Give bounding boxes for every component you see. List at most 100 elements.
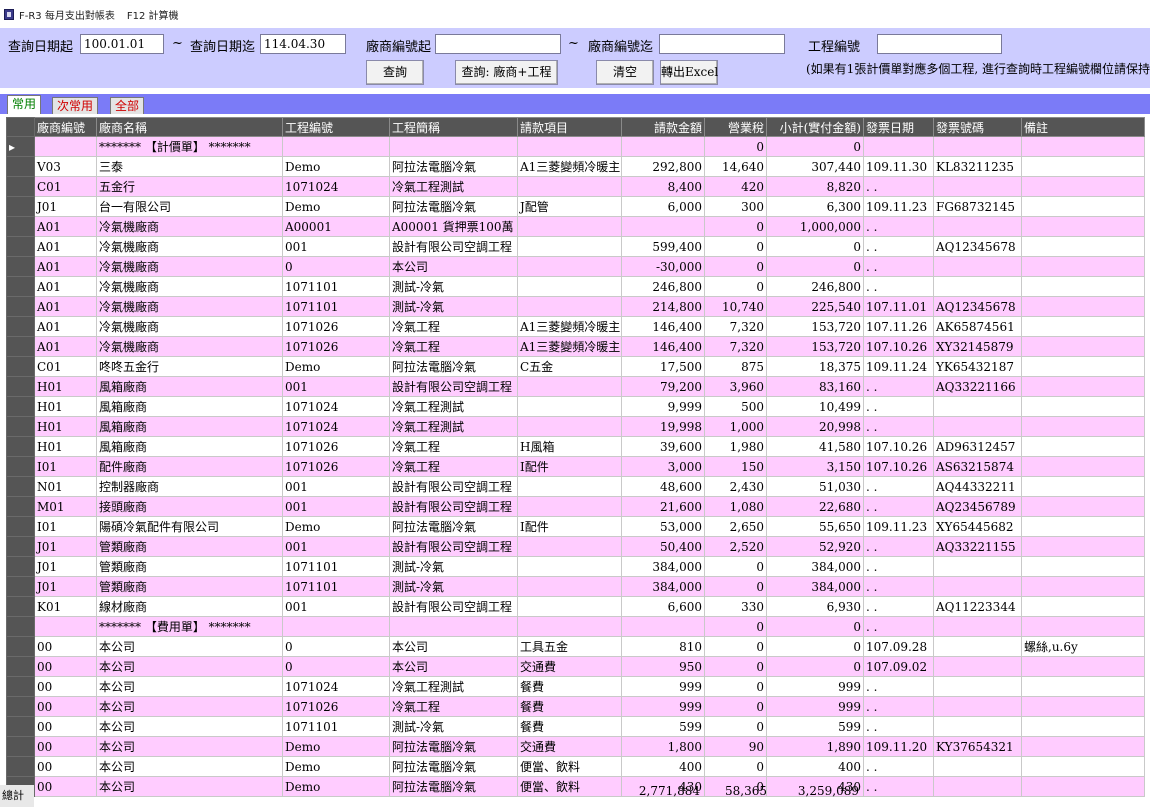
table-cell[interactable] (282, 136, 390, 157)
table-cell[interactable]: 52,920 (766, 536, 864, 557)
row-selector[interactable] (6, 196, 35, 217)
table-cell[interactable]: K01 (34, 596, 97, 617)
table-cell[interactable]: 0 (282, 636, 390, 657)
table-cell[interactable]: . . (863, 556, 934, 577)
table-cell[interactable] (1021, 356, 1145, 377)
table-cell[interactable]: 0 (704, 756, 767, 777)
table-cell[interactable]: J01 (34, 196, 97, 217)
table-cell[interactable] (517, 616, 622, 637)
table-cell[interactable] (933, 136, 1022, 157)
table-row[interactable]: 00 本公司 1071024 冷氣工程測試 餐費 999 0 999. . (6, 676, 1145, 697)
table-cell[interactable]: 384,000 (621, 556, 705, 577)
table-cell[interactable] (1021, 676, 1145, 697)
table-cell[interactable]: 6,300 (766, 196, 864, 217)
table-cell[interactable]: 冷氣機廠商 (96, 316, 283, 337)
table-cell[interactable]: AQ11223344 (933, 596, 1022, 617)
date-to-input[interactable]: 114.04.30 (260, 34, 346, 54)
row-selector[interactable] (6, 436, 35, 457)
table-row[interactable]: A01 冷氣機廠商 0 本公司 -30,000 0 0. . (6, 256, 1145, 277)
table-cell[interactable]: Demo (282, 356, 390, 377)
table-cell[interactable]: 1071024 (282, 396, 390, 417)
table-cell[interactable] (517, 396, 622, 417)
table-row[interactable]: 00 本公司 Demo 阿拉法電腦冷氣 交通費 1,800 90 1,890 109.11.20… (6, 736, 1145, 757)
table-cell[interactable] (34, 136, 97, 157)
vendor-to-input[interactable] (659, 34, 785, 54)
table-cell[interactable]: 8,400 (621, 176, 705, 197)
row-selector[interactable] (6, 636, 35, 657)
table-cell[interactable] (933, 716, 1022, 737)
tab-all[interactable]: 全部 (110, 97, 145, 114)
table-cell[interactable]: 0 (704, 716, 767, 737)
table-cell[interactable]: 214,800 (621, 296, 705, 317)
table-cell[interactable]: 1,000 (704, 416, 767, 437)
table-cell[interactable] (1021, 176, 1145, 197)
table-cell[interactable]: . . (863, 496, 934, 517)
table-cell[interactable]: . . (863, 536, 934, 557)
table-cell[interactable] (1021, 416, 1145, 437)
column-header[interactable]: 請款金額 (621, 117, 705, 137)
table-cell[interactable]: . . (863, 416, 934, 437)
table-row[interactable]: C01 五金行 1071024 冷氣工程測試 8,400 420 8,820. . (6, 176, 1145, 197)
table-cell[interactable]: 001 (282, 236, 390, 257)
table-row[interactable]: A01 冷氣機廠商 1071101 測試-冷氣 214,800 10,740 225,540… (6, 296, 1145, 317)
table-cell[interactable] (34, 616, 97, 637)
table-cell[interactable]: AQ12345678 (933, 236, 1022, 257)
table-cell[interactable]: 三泰 (96, 156, 283, 177)
table-cell[interactable]: 109.11.20 (863, 736, 934, 757)
tab-secondary[interactable]: 次常用 (52, 97, 99, 114)
table-cell[interactable]: A1三菱變頻冷暖主 (517, 316, 622, 337)
column-header[interactable]: 發票號碼 (933, 117, 1022, 137)
row-selector[interactable] (6, 336, 35, 357)
table-cell[interactable]: 0 (704, 216, 767, 237)
table-cell[interactable]: M01 (34, 496, 97, 517)
table-cell[interactable] (517, 176, 622, 197)
project-input[interactable] (877, 34, 1002, 54)
table-cell[interactable]: 測試-冷氣 (389, 276, 518, 297)
table-cell[interactable] (933, 676, 1022, 697)
table-cell[interactable] (621, 136, 705, 157)
table-cell[interactable]: 107.09.02 (863, 656, 934, 677)
table-cell[interactable] (1021, 136, 1145, 157)
table-cell[interactable] (933, 176, 1022, 197)
row-selector[interactable] (6, 316, 35, 337)
table-cell[interactable]: . . (863, 696, 934, 717)
table-cell[interactable]: 0 (704, 276, 767, 297)
table-cell[interactable] (933, 616, 1022, 637)
table-cell[interactable] (933, 396, 1022, 417)
table-cell[interactable]: 384,000 (766, 556, 864, 577)
table-cell[interactable]: I配件 (517, 516, 622, 537)
table-cell[interactable]: 測試-冷氣 (389, 556, 518, 577)
table-cell[interactable]: 83,160 (766, 376, 864, 397)
row-selector[interactable] (6, 416, 35, 437)
table-cell[interactable]: A01 (34, 236, 97, 257)
table-cell[interactable]: AQ33221155 (933, 536, 1022, 557)
query-vendor-project-button[interactable]: 查詢: 廠商+工程 (455, 60, 558, 85)
table-cell[interactable]: 875 (704, 356, 767, 377)
table-cell[interactable]: 999 (766, 696, 864, 717)
table-cell[interactable] (1021, 576, 1145, 597)
table-cell[interactable]: 1071026 (282, 336, 390, 357)
table-cell[interactable]: 設計有限公司空調工程 (389, 496, 518, 517)
table-cell[interactable]: 0 (704, 656, 767, 677)
table-cell[interactable]: 0 (766, 616, 864, 637)
table-cell[interactable] (517, 216, 622, 237)
table-cell[interactable] (933, 276, 1022, 297)
table-cell[interactable]: 1071026 (282, 456, 390, 477)
row-selector[interactable] (6, 376, 35, 397)
table-cell[interactable]: 1,890 (766, 736, 864, 757)
table-cell[interactable]: I01 (34, 456, 97, 477)
table-cell[interactable]: 001 (282, 376, 390, 397)
row-selector[interactable] (6, 736, 35, 757)
table-row[interactable]: 00 本公司 1071026 冷氣工程 餐費 999 0 999. . (6, 696, 1145, 717)
table-row[interactable]: I01 配件廠商 1071026 冷氣工程 I配件 3,000 150 3,150 107.10… (6, 456, 1145, 477)
table-cell[interactable] (517, 236, 622, 257)
table-cell[interactable] (1021, 756, 1145, 777)
table-cell[interactable] (933, 416, 1022, 437)
table-cell[interactable]: 管類廠商 (96, 536, 283, 557)
table-cell[interactable]: 設計有限公司空調工程 (389, 476, 518, 497)
table-cell[interactable]: . . (863, 256, 934, 277)
table-cell[interactable]: 0 (704, 556, 767, 577)
table-cell[interactable]: H01 (34, 416, 97, 437)
table-cell[interactable] (1021, 316, 1145, 337)
table-cell[interactable]: 599 (621, 716, 705, 737)
